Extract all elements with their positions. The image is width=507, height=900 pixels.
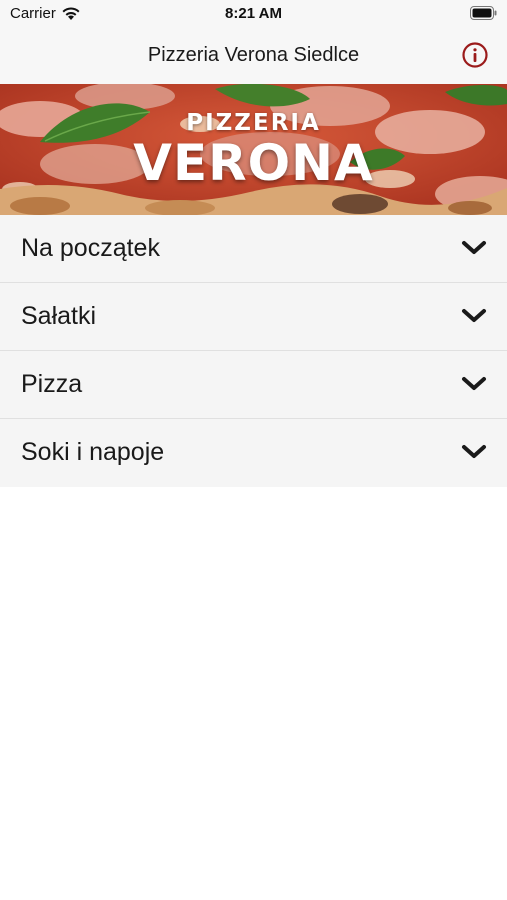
menu-category-soki-i-napoje[interactable]: Soki i napoje <box>0 419 507 487</box>
chevron-down-icon[interactable] <box>461 239 487 257</box>
status-time: 8:21 AM <box>225 5 282 22</box>
chevron-down-icon[interactable] <box>461 443 487 461</box>
battery-icon <box>470 6 497 20</box>
status-bar: Carrier 8:21 AM <box>0 0 507 26</box>
menu-category-label: Na początek <box>21 234 160 262</box>
menu-category-na-poczatek[interactable]: Na początek <box>0 215 507 283</box>
menu-category-pizza[interactable]: Pizza <box>0 351 507 419</box>
navigation-bar: Pizzeria Verona Siedlce <box>0 26 507 84</box>
menu-category-label: Sałatki <box>21 302 97 330</box>
menu-category-salatki[interactable]: Sałatki <box>0 283 507 351</box>
chevron-down-icon[interactable] <box>461 307 487 325</box>
banner-title-small: PIZZERIA <box>186 110 321 136</box>
banner-title-large: VERONA <box>133 134 374 192</box>
pizzeria-banner: PIZZERIA VERONA <box>0 84 507 215</box>
info-icon[interactable] <box>462 42 488 68</box>
menu-category-label: Soki i napoje <box>21 438 165 466</box>
app-screen: Carrier 8:21 AM Pizzeria Verona Siedlce <box>0 0 507 900</box>
menu-category-label: Pizza <box>21 370 83 398</box>
page-title: Pizzeria Verona Siedlce <box>147 44 360 66</box>
menu-category-list: Na początek Sałatki Pizza Soki i napoje <box>0 215 507 487</box>
chevron-down-icon[interactable] <box>461 375 487 393</box>
